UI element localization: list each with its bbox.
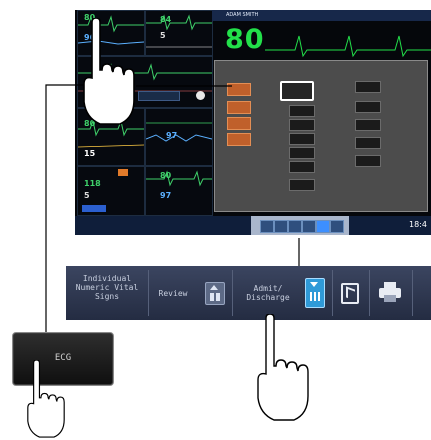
pointing-hand-icon: [27, 360, 65, 438]
pointing-hand-icon: [257, 314, 309, 421]
pointing-hand-icon: [83, 18, 135, 125]
